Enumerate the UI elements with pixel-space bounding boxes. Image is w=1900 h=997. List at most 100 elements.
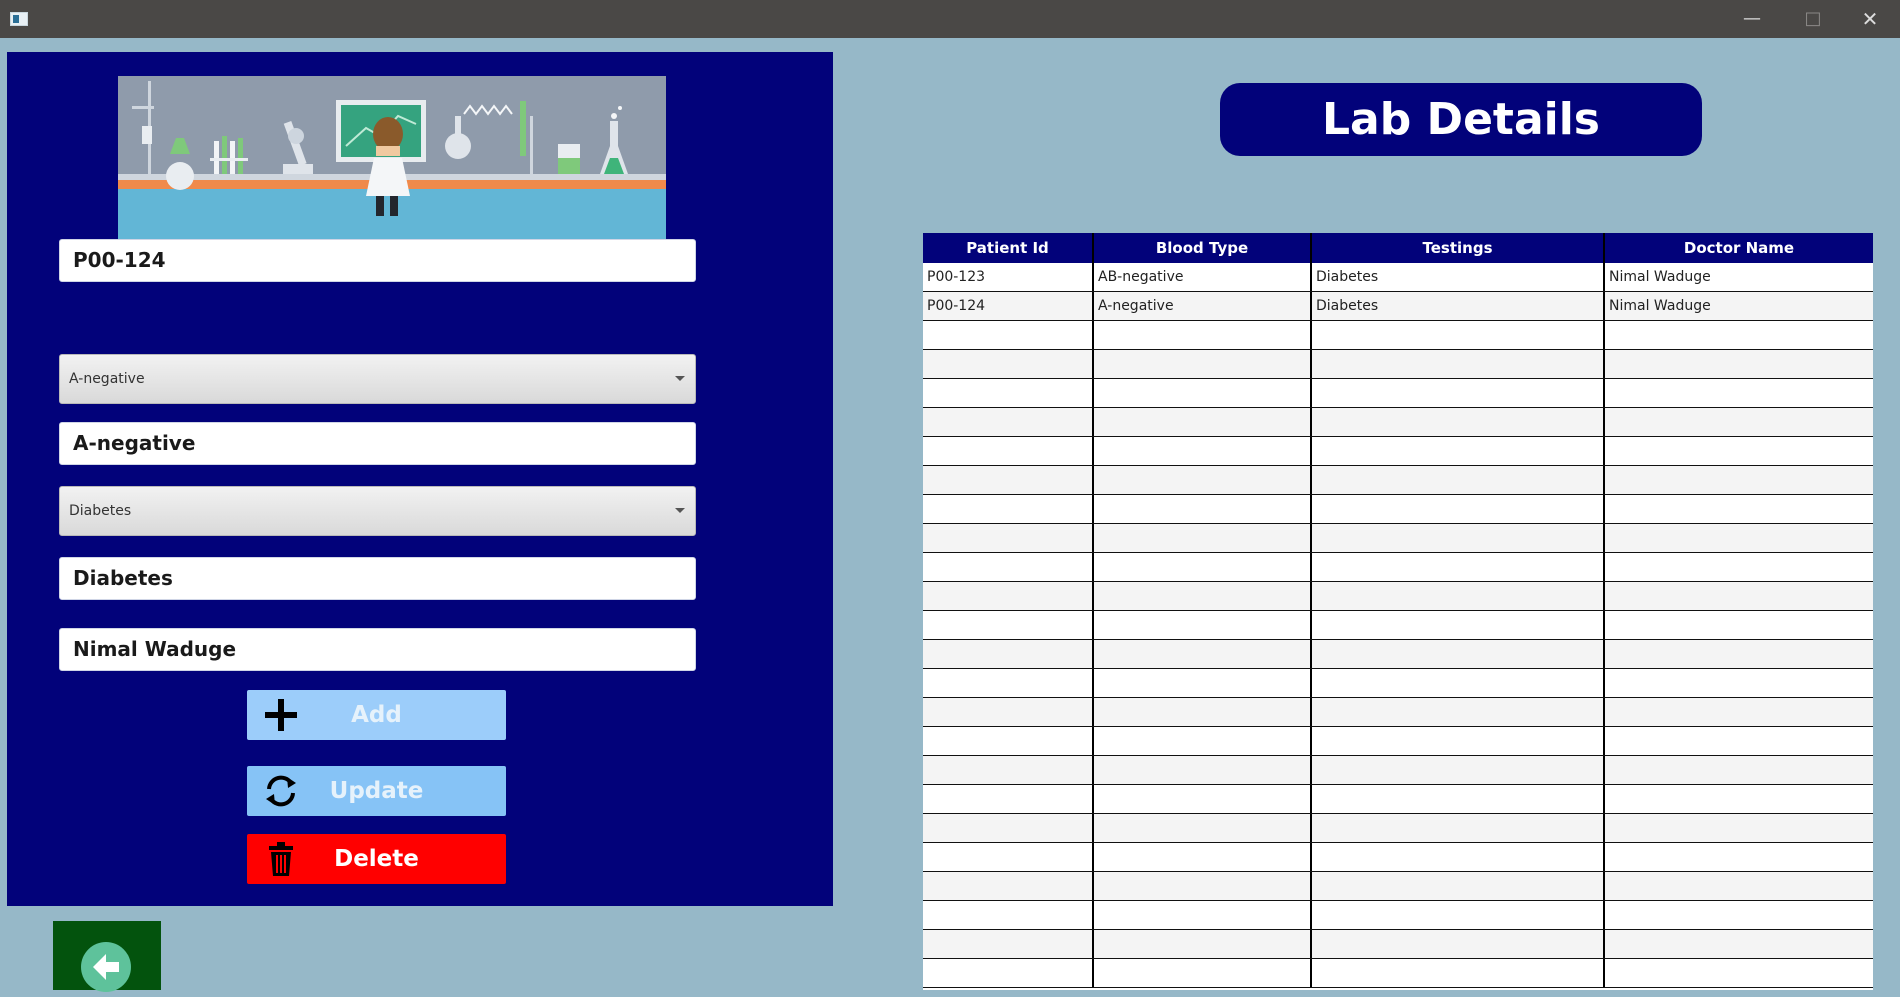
table-cell [923, 698, 1094, 726]
blood-type-select[interactable]: A-negative [59, 354, 696, 404]
delete-button[interactable]: Delete [247, 834, 506, 884]
page-title: Lab Details [1220, 83, 1702, 156]
column-header-testings[interactable]: Testings [1312, 233, 1605, 263]
table-cell: Diabetes [1312, 263, 1605, 291]
refresh-icon [266, 775, 296, 807]
table-cell [1094, 437, 1312, 465]
table-cell [1605, 814, 1873, 842]
table-cell: Diabetes [1312, 292, 1605, 320]
patient-id-field[interactable]: P00-124 [59, 239, 696, 282]
close-button[interactable]: ✕ [1840, 0, 1900, 38]
table-cell [1312, 350, 1605, 378]
table-row[interactable] [923, 524, 1873, 553]
table-cell [1312, 437, 1605, 465]
table-row[interactable] [923, 930, 1873, 959]
table-row[interactable]: P00-123 AB-negative Diabetes Nimal Waduge [923, 263, 1873, 292]
table-row[interactable] [923, 321, 1873, 350]
table-row[interactable] [923, 872, 1873, 901]
table-cell [1312, 785, 1605, 813]
doctor-name-field[interactable]: Nimal Waduge [59, 628, 696, 671]
table-row[interactable] [923, 466, 1873, 495]
table-header: Patient Id Blood Type Testings Doctor Na… [923, 233, 1873, 263]
table-cell [1312, 901, 1605, 929]
table-cell [1312, 553, 1605, 581]
table-cell [1605, 669, 1873, 697]
table-cell [1605, 756, 1873, 784]
table-cell [1094, 814, 1312, 842]
table-cell [1605, 582, 1873, 610]
table-cell [1312, 495, 1605, 523]
table-row[interactable] [923, 350, 1873, 379]
table-row[interactable] [923, 437, 1873, 466]
table-cell [923, 785, 1094, 813]
table-cell [1605, 930, 1873, 958]
blood-type-select-value: A-negative [69, 371, 145, 387]
table-row[interactable] [923, 959, 1873, 988]
table-cell [1312, 524, 1605, 552]
table-cell [1605, 611, 1873, 639]
table-cell [1094, 727, 1312, 755]
back-button[interactable] [53, 921, 161, 992]
table-cell: AB-negative [1094, 263, 1312, 291]
table-cell [1605, 640, 1873, 668]
arrow-left-icon [81, 942, 131, 992]
table-cell [1094, 930, 1312, 958]
table-cell [1094, 640, 1312, 668]
lab-illustration-image [118, 76, 666, 254]
table-cell [1605, 901, 1873, 929]
table-cell [923, 814, 1094, 842]
table-row[interactable] [923, 582, 1873, 611]
table-cell [923, 959, 1094, 987]
testing-select-value: Diabetes [69, 503, 132, 519]
table-cell [1312, 408, 1605, 436]
chevron-down-icon [675, 508, 685, 513]
table-cell [923, 379, 1094, 407]
table-cell [923, 553, 1094, 581]
table-cell [1312, 930, 1605, 958]
table-cell [923, 495, 1094, 523]
column-header-doctor-name[interactable]: Doctor Name [1605, 233, 1873, 263]
table-row[interactable] [923, 785, 1873, 814]
table-row[interactable]: P00-124 A-negative Diabetes Nimal Waduge [923, 292, 1873, 321]
table-row[interactable] [923, 756, 1873, 785]
table-cell [923, 872, 1094, 900]
table-cell [1094, 582, 1312, 610]
table-row[interactable] [923, 814, 1873, 843]
table-cell: Nimal Waduge [1609, 298, 1711, 314]
table-row[interactable] [923, 611, 1873, 640]
testing-select[interactable]: Diabetes [59, 486, 696, 536]
plus-icon [265, 699, 297, 731]
table-cell [1094, 524, 1312, 552]
testing-field[interactable]: Diabetes [59, 557, 696, 600]
table-cell [1605, 350, 1873, 378]
table-row[interactable] [923, 408, 1873, 437]
lab-form-panel: P00-124 A-negative A-negative Diabetes D… [7, 52, 833, 906]
table-cell [923, 408, 1094, 436]
table-cell [923, 611, 1094, 639]
table-cell [1094, 843, 1312, 871]
table-row[interactable] [923, 901, 1873, 930]
update-button[interactable]: Update [247, 766, 506, 816]
table-cell [923, 437, 1094, 465]
column-header-patient-id[interactable]: Patient Id [923, 233, 1094, 263]
maximize-button[interactable]: □ [1783, 0, 1843, 38]
column-header-blood-type[interactable]: Blood Type [1094, 233, 1312, 263]
table-row[interactable] [923, 553, 1873, 582]
table-row[interactable] [923, 495, 1873, 524]
minimize-button[interactable]: — [1722, 0, 1782, 38]
table-cell [923, 669, 1094, 697]
delete-button-label: Delete [334, 846, 419, 872]
table-cell [1312, 872, 1605, 900]
table-cell [1094, 553, 1312, 581]
table-cell [1605, 959, 1873, 987]
table-row[interactable] [923, 843, 1873, 872]
add-button[interactable]: Add [247, 690, 506, 740]
table-row[interactable] [923, 669, 1873, 698]
table-row[interactable] [923, 379, 1873, 408]
table-row[interactable] [923, 698, 1873, 727]
table-row[interactable] [923, 640, 1873, 669]
blood-type-field[interactable]: A-negative [59, 422, 696, 465]
table-cell [1605, 379, 1873, 407]
table-row[interactable] [923, 727, 1873, 756]
table-cell [1094, 785, 1312, 813]
